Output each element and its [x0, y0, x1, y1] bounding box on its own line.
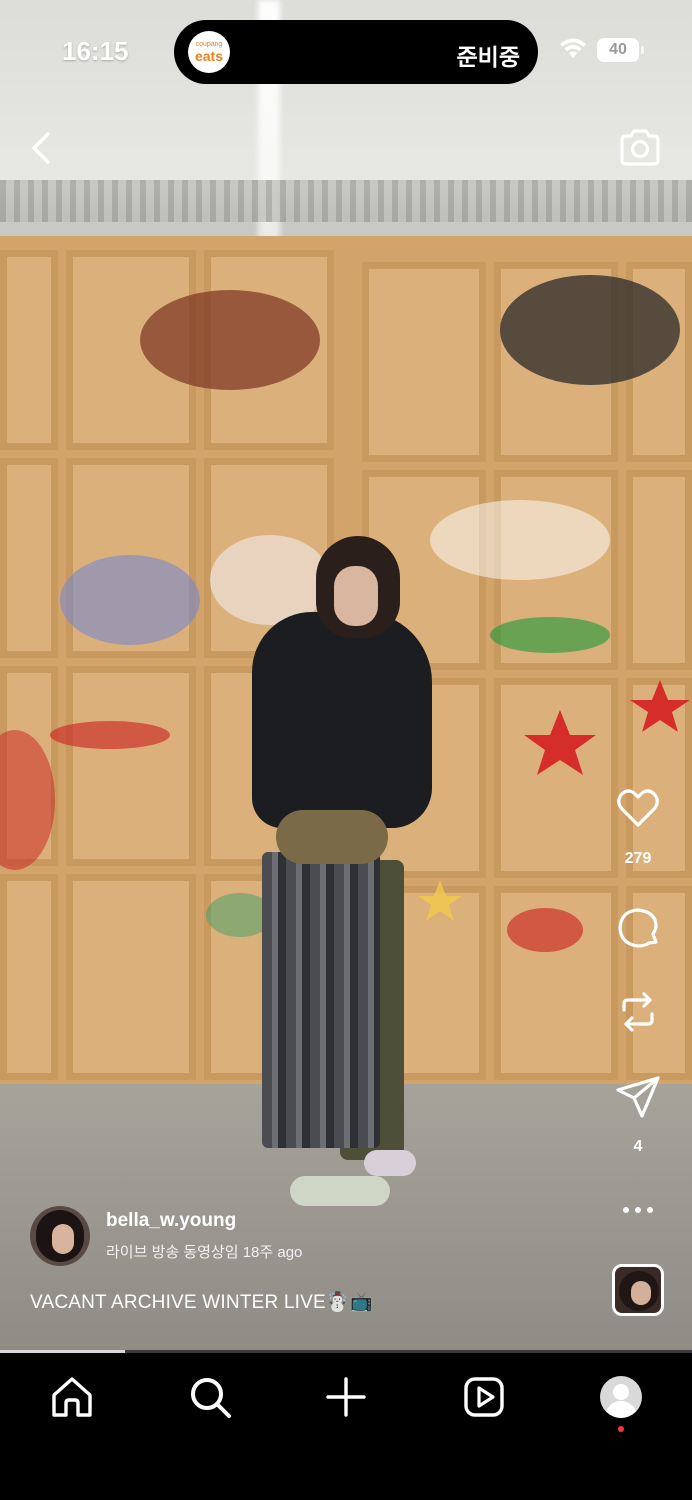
- broadcast-info: 라이브 방송 동영상임 18주 ago: [106, 1244, 303, 1261]
- subject-shoe: [364, 1150, 416, 1176]
- more-icon[interactable]: [618, 1196, 658, 1224]
- reels-icon[interactable]: [460, 1373, 508, 1421]
- send-icon[interactable]: [612, 1072, 664, 1124]
- dynamic-island[interactable]: coupang eats 준비중: [174, 20, 538, 84]
- reel-video[interactable]: [0, 0, 692, 1352]
- thumbnail-face: [631, 1281, 651, 1305]
- original-audio-thumbnail[interactable]: [612, 1264, 664, 1316]
- app-name-big: eats: [194, 48, 224, 64]
- author-avatar[interactable]: [30, 1206, 90, 1266]
- profile-icon[interactable]: [597, 1373, 645, 1421]
- subject-face: [334, 566, 378, 626]
- author-username[interactable]: bella_w.young: [106, 1210, 236, 1232]
- like-count[interactable]: 279: [598, 850, 678, 868]
- status-time: 16:15: [62, 36, 129, 66]
- subject-fur-belt: [276, 810, 388, 864]
- coupang-eats-icon: coupang eats: [188, 31, 230, 73]
- camera-icon[interactable]: [616, 124, 664, 172]
- share-count[interactable]: 4: [598, 1138, 678, 1156]
- wifi-icon: [560, 38, 586, 58]
- live-activity-status: 준비중: [456, 44, 520, 70]
- subject-jacket: [252, 612, 432, 828]
- search-icon[interactable]: [186, 1373, 234, 1421]
- battery-indicator: 40: [597, 38, 644, 62]
- avatar-face: [52, 1224, 74, 1254]
- comment-icon[interactable]: [612, 902, 664, 954]
- ceiling-truss: [0, 180, 692, 222]
- create-icon[interactable]: [322, 1373, 370, 1421]
- notification-dot: [618, 1426, 624, 1432]
- subject-skirt: [262, 852, 380, 1148]
- home-icon[interactable]: [48, 1373, 96, 1421]
- repost-icon[interactable]: [612, 986, 664, 1038]
- subject-shoe: [290, 1176, 390, 1206]
- heart-icon[interactable]: [612, 782, 664, 834]
- reel-caption[interactable]: VACANT ARCHIVE WINTER LIVE☃️📺: [30, 1290, 374, 1314]
- home-indicator: [230, 1478, 462, 1486]
- chevron-left-icon[interactable]: [22, 128, 62, 168]
